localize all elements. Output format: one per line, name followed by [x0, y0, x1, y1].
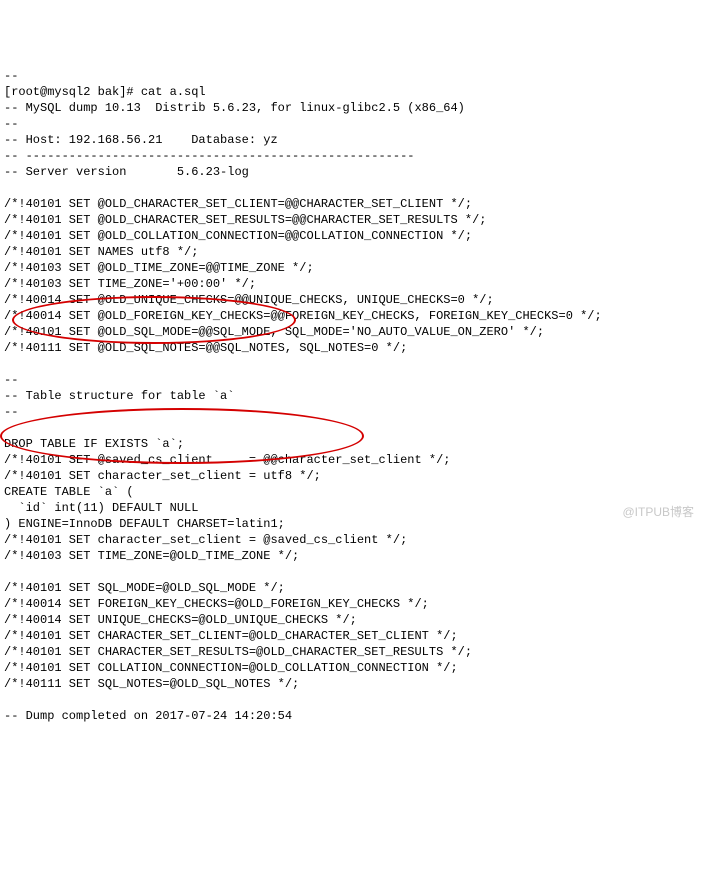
watermark-text: @ITPUB博客	[622, 504, 694, 520]
terminal-output: -- [root@mysql2 bak]# cat a.sql -- MySQL…	[4, 68, 698, 724]
